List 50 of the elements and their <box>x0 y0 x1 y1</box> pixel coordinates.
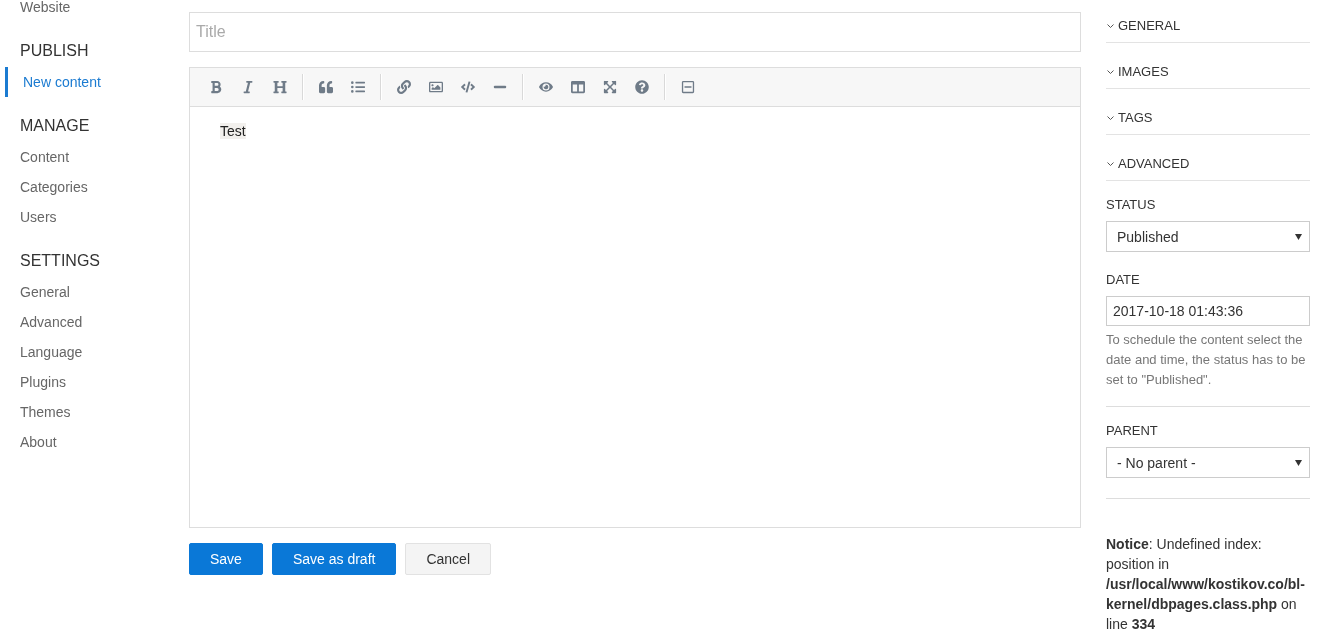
parent-select[interactable]: - No parent - <box>1106 447 1310 478</box>
link-icon <box>397 80 411 94</box>
list-icon <box>351 80 365 94</box>
notice-text: Notice: Undefined index: position in /usr/local/www/kostikov.co/bl-kernel/dbpages.class.php on line 334 <box>1106 535 1306 634</box>
nav-link[interactable]: Language <box>5 337 87 367</box>
nav-link[interactable]: Advanced <box>5 307 87 337</box>
image-icon <box>429 80 443 94</box>
caret-down-icon <box>1295 459 1302 466</box>
field-label: PARENT <box>1106 422 1158 440</box>
accordion-header[interactable]: GENERAL <box>1106 16 1310 43</box>
editor-text: Test <box>220 123 246 139</box>
accordion-header[interactable]: IMAGES <box>1106 62 1310 89</box>
nav-link[interactable]: Website <box>5 0 75 22</box>
help-icon <box>635 80 649 94</box>
cancel-button[interactable]: Cancel <box>405 543 491 575</box>
section-heading: SETTINGS <box>20 251 100 271</box>
nav-link[interactable]: About <box>5 427 61 457</box>
chevron-down-icon <box>1107 24 1114 28</box>
caret-down-icon <box>1295 233 1302 240</box>
save-button[interactable]: Save <box>189 543 263 575</box>
section-heading: PUBLISH <box>20 41 89 61</box>
nav-link[interactable]: General <box>5 277 74 307</box>
heading-icon <box>273 80 287 94</box>
accordion-header[interactable]: TAGS <box>1106 108 1310 135</box>
chevron-down-icon <box>1107 116 1114 120</box>
status-select[interactable]: Published <box>1106 221 1310 252</box>
nav-link[interactable]: Content <box>5 142 74 172</box>
bold-icon <box>209 80 223 94</box>
section-heading: MANAGE <box>20 116 90 136</box>
help-text: To schedule the content select the date and time, the status has to be set to "Published". <box>1106 331 1307 389</box>
columns-icon <box>571 80 585 94</box>
nav-link[interactable]: Plugins <box>5 367 70 397</box>
nav-link[interactable]: New content <box>5 67 105 97</box>
italic-icon <box>241 80 255 94</box>
title-field[interactable]: Title <box>189 12 1081 52</box>
nav-link[interactable]: Themes <box>5 397 75 427</box>
editor-text-area[interactable]: Test <box>190 107 1080 527</box>
field-label: DATE <box>1106 271 1140 289</box>
expand-icon <box>603 80 617 94</box>
code-icon <box>461 80 475 94</box>
save-draft-button[interactable]: Save as draft <box>271 543 397 575</box>
chevron-down-icon <box>1107 70 1114 74</box>
quote-icon <box>319 80 333 94</box>
field-label: STATUS <box>1106 196 1156 214</box>
nav-link[interactable]: Users <box>5 202 61 232</box>
accordion-header[interactable]: ADVANCED <box>1106 154 1310 181</box>
chevron-down-icon <box>1107 162 1114 166</box>
eye-icon <box>539 80 553 94</box>
nav-link[interactable]: Categories <box>5 172 92 202</box>
date-field[interactable]: 2017-10-18 01:43:36 <box>1106 296 1310 326</box>
